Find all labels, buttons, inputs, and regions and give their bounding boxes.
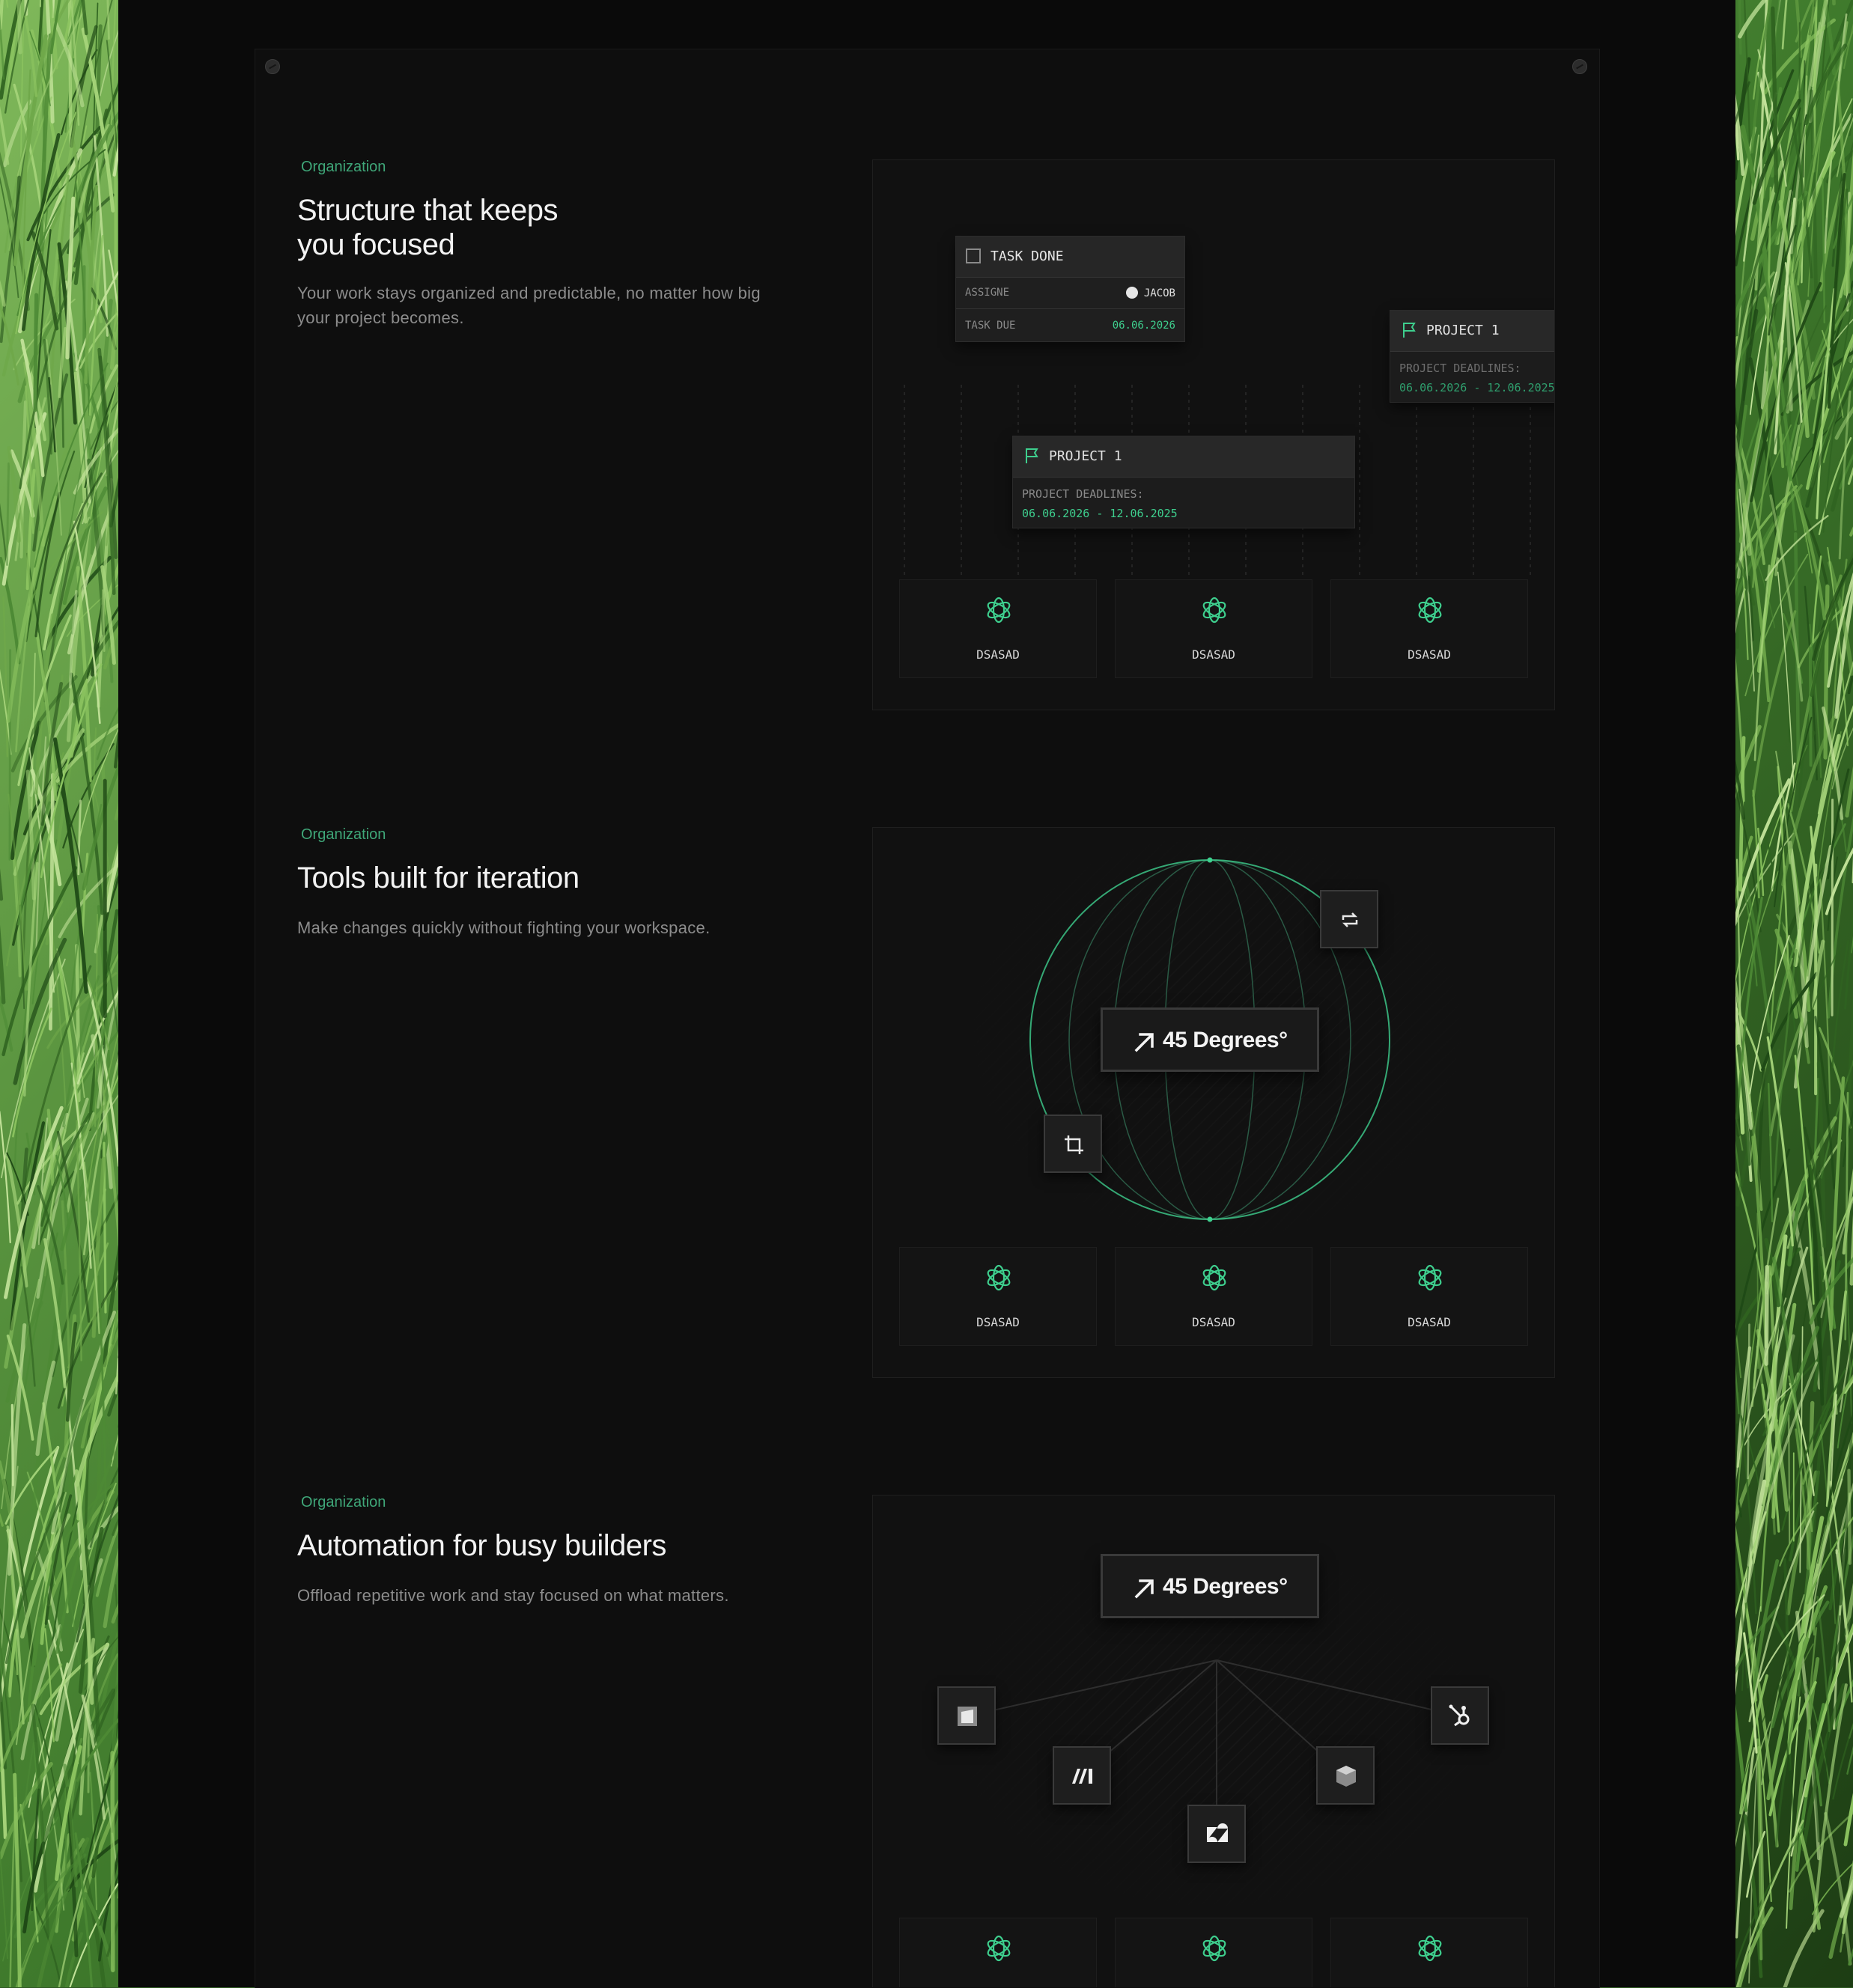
- section-title: Tools built for iteration: [297, 861, 836, 895]
- openai-knot-icon: [984, 1933, 1014, 1963]
- project-header: PROJECT 1: [1390, 311, 1555, 352]
- degrees-label: 45 Degrees°: [1163, 1028, 1288, 1053]
- openai-knot-icon: [1199, 1933, 1229, 1963]
- degrees-label: 45 Degrees°: [1163, 1574, 1288, 1600]
- repeat-button[interactable]: [1320, 890, 1378, 948]
- zendesk-icon: [1204, 1821, 1231, 1848]
- tile-label: DSASAD: [1331, 1315, 1527, 1329]
- feature-tile[interactable]: DSASAD: [899, 1247, 1097, 1346]
- project-header: PROJECT 1: [1013, 436, 1354, 478]
- title-line: Automation for busy builders: [297, 1528, 836, 1563]
- integration-zendesk[interactable]: [1187, 1805, 1246, 1863]
- grass-blade: [65, 1789, 66, 1874]
- integration-hubspot[interactable]: [1431, 1686, 1489, 1745]
- grass-blade: [112, 1753, 113, 1970]
- integration-square-app[interactable]: [937, 1686, 996, 1745]
- openai-knot-icon: [1415, 1263, 1445, 1293]
- degrees-badge: 45 Degrees°: [1101, 1007, 1319, 1072]
- feature-tile[interactable]: DSASAD: [1330, 579, 1528, 678]
- tile-label: DSASAD: [1331, 647, 1527, 662]
- project-deadline-label: PROJECT DEADLINES:: [1022, 487, 1144, 501]
- square-app-icon: [954, 1703, 981, 1730]
- feature-tile[interactable]: DSASAD: [1330, 1247, 1528, 1346]
- feature-tile[interactable]: [1115, 1918, 1312, 1987]
- repeat-icon: [1336, 906, 1363, 933]
- crop-button[interactable]: [1044, 1115, 1102, 1173]
- organization-illustration-card: TASK DONE ASSIGNE JACOB TASK DUE 06.06.2…: [872, 159, 1555, 710]
- openai-knot-icon: [984, 1263, 1014, 1293]
- assignee-label: ASSIGNE: [965, 287, 1009, 299]
- screw-icon: [265, 59, 280, 74]
- section-title: Automation for busy builders: [297, 1528, 836, 1563]
- arrow-up-right-icon: [1133, 1031, 1155, 1053]
- title-line: Structure that keeps: [297, 193, 836, 228]
- due-label: TASK DUE: [965, 320, 1015, 332]
- grass-blade: [103, 591, 104, 651]
- tile-label: DSASAD: [900, 647, 1096, 662]
- openai-knot-icon: [1415, 595, 1445, 625]
- section-eyebrow: Organization: [301, 159, 386, 176]
- grass-blade: [1766, 1267, 1767, 1364]
- tile-label: DSASAD: [1116, 647, 1312, 662]
- avatar-icon: [1126, 287, 1138, 299]
- integration-box[interactable]: [1316, 1746, 1375, 1805]
- divider: [956, 308, 1184, 309]
- title-line: you focused: [297, 228, 836, 262]
- integration-make[interactable]: [1053, 1746, 1111, 1805]
- project-deadline-label: PROJECT DEADLINES:: [1399, 362, 1521, 375]
- openai-knot-icon: [984, 595, 1014, 625]
- crop-icon: [1060, 1131, 1087, 1158]
- project-card[interactable]: PROJECT 1 PROJECT DEADLINES: 06.06.2026 …: [1390, 310, 1555, 403]
- assignee-name: JACOB: [1144, 287, 1175, 299]
- grass-blade: [35, 295, 37, 410]
- task-checkbox[interactable]: [966, 248, 981, 263]
- project-deadline-value: 06.06.2026 - 12.06.2025: [1022, 507, 1178, 520]
- flag-icon: [1401, 321, 1417, 339]
- task-header: TASK DONE: [956, 237, 1184, 278]
- description-line: Your work stays organized and predictabl…: [297, 281, 836, 305]
- feature-tile[interactable]: [899, 1918, 1097, 1987]
- description-line: Make changes quickly without fighting yo…: [297, 915, 836, 940]
- section-description: Offload repetitive work and stay focused…: [297, 1583, 836, 1608]
- screw-icon: [1572, 59, 1587, 74]
- section-description: Make changes quickly without fighting yo…: [297, 915, 836, 940]
- arrow-up-right-icon: [1133, 1577, 1155, 1600]
- make-icon: [1069, 1763, 1096, 1790]
- section-eyebrow: Organization: [301, 1494, 386, 1511]
- hubspot-icon: [1447, 1703, 1474, 1730]
- project-card[interactable]: PROJECT 1 PROJECT DEADLINES: 06.06.2026 …: [1012, 436, 1355, 528]
- feature-tile[interactable]: DSASAD: [899, 579, 1097, 678]
- assignee-value: JACOB: [1126, 287, 1175, 299]
- automation-illustration-card: 45 Degrees°: [872, 1495, 1555, 1987]
- tile-label: DSASAD: [1116, 1315, 1312, 1329]
- description-line: your project becomes.: [297, 305, 836, 330]
- section-title: Structure that keeps you focused: [297, 193, 836, 262]
- openai-knot-icon: [1199, 595, 1229, 625]
- task-card[interactable]: TASK DONE ASSIGNE JACOB TASK DUE 06.06.2…: [955, 236, 1185, 342]
- project-title: PROJECT 1: [1049, 448, 1122, 464]
- feature-tile[interactable]: DSASAD: [1115, 579, 1312, 678]
- feature-tile[interactable]: [1330, 1918, 1528, 1987]
- task-title: TASK DONE: [991, 248, 1064, 264]
- feature-tile[interactable]: DSASAD: [1115, 1247, 1312, 1346]
- project-deadline-value: 06.06.2026 - 12.06.2025: [1399, 381, 1555, 394]
- title-line: Tools built for iteration: [297, 861, 836, 895]
- section-description: Your work stays organized and predictabl…: [297, 281, 836, 330]
- tile-label: DSASAD: [900, 1315, 1096, 1329]
- box-icon: [1333, 1763, 1360, 1790]
- iteration-illustration-card: 45 Degrees° DSASAD DSASAD DSASAD: [872, 827, 1555, 1378]
- description-line: Offload repetitive work and stay focused…: [297, 1583, 836, 1608]
- grass-blade: [50, 775, 52, 1028]
- openai-knot-icon: [1415, 1933, 1445, 1963]
- degrees-badge: 45 Degrees°: [1101, 1554, 1319, 1618]
- grass-blade: [1810, 648, 1811, 766]
- project-title: PROJECT 1: [1426, 323, 1500, 338]
- section-eyebrow: Organization: [301, 826, 386, 844]
- flag-icon: [1023, 447, 1040, 465]
- openai-knot-icon: [1199, 1263, 1229, 1293]
- due-value: 06.06.2026: [1113, 320, 1175, 332]
